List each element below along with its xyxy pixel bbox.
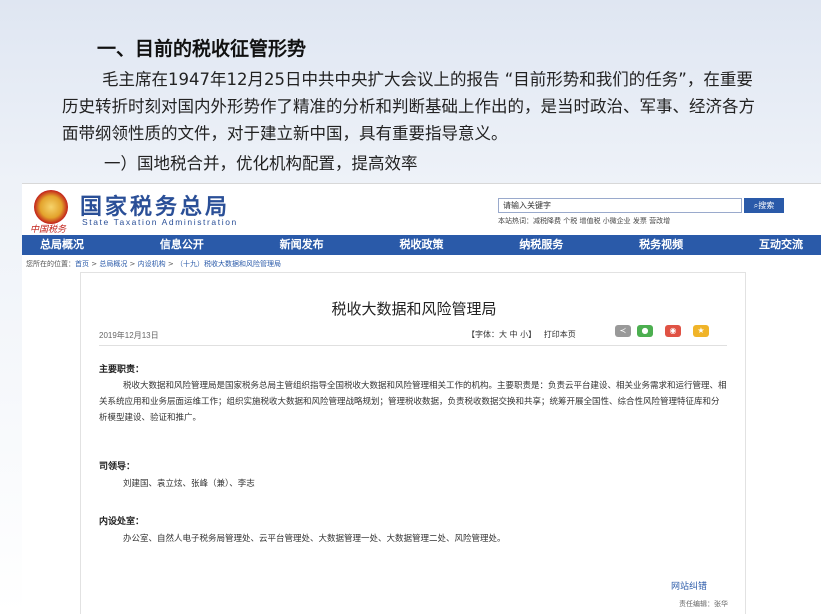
article-panel: 税收大数据和风险管理局 2019年12月13日 【字体：大 中 小】 打印本页 …: [80, 272, 746, 614]
breadcrumb-departments[interactable]: 内设机构: [138, 260, 166, 268]
nav-item-overview[interactable]: 总局概况: [40, 235, 84, 255]
breadcrumb-sep: >: [89, 260, 100, 268]
national-emblem-icon: [34, 190, 68, 224]
slide-title: 一、目前的税收征管形势: [97, 38, 307, 60]
nav-item-info[interactable]: 信息公开: [160, 235, 204, 255]
search-input[interactable]: 请输入关键字: [498, 198, 742, 213]
breadcrumb-overview[interactable]: 总局概况: [99, 260, 127, 268]
slide-paragraph: 毛主席在1947年12月25日中共中央扩大会议上的报告 “目前形势和我们的任务”…: [62, 70, 755, 143]
nav-item-interaction[interactable]: 互动交流: [759, 235, 803, 255]
leaders-heading: 司领导：: [99, 462, 136, 472]
print-link[interactable]: 打印本页: [544, 330, 576, 339]
article-divider: [99, 345, 727, 346]
qzone-icon[interactable]: ★: [693, 325, 709, 337]
leaders-text: 刘建国、袁立炫、张峰（兼）、李志: [123, 479, 255, 489]
weibo-icon[interactable]: ◉: [665, 325, 681, 337]
article-tools: 【字体：大 中 小】 打印本页: [467, 329, 576, 340]
font-size-label: 【字体：: [467, 330, 499, 339]
hot-search-terms[interactable]: 本站热词：减税降费 个税 增值税 小微企业 发票 营改增: [498, 216, 670, 226]
breadcrumb-sep: >: [127, 260, 138, 268]
emblem-caption: 中国税务: [30, 225, 67, 235]
responsible-editor: 责任编辑：张华: [679, 600, 728, 608]
breadcrumb: 您所在的位置：首页 > 总局概况 > 内设机构 > （十九）税收大数据和风险管理…: [26, 259, 281, 269]
breadcrumb-sep: >: [165, 260, 176, 268]
breadcrumb-home[interactable]: 首页: [75, 260, 89, 268]
duties-text: 税收大数据和风险管理局是国家税务总局主管组织指导全国税收大数据和风险管理相关工作…: [99, 381, 727, 423]
divisions-text: 办公室、自然人电子税务局管理处、云平台管理处、大数据管理一处、大数据管理二处、风…: [123, 534, 506, 544]
article-date: 2019年12月13日: [99, 331, 159, 340]
main-nav: 总局概况 信息公开 新闻发布 税收政策 纳税服务 税务视频 互动交流: [22, 235, 821, 255]
breadcrumb-prefix: 您所在的位置：: [26, 260, 75, 268]
nav-item-video[interactable]: 税务视频: [639, 235, 683, 255]
site-logo-english: State Taxation Administration: [82, 217, 238, 227]
article-title: 税收大数据和风险管理局: [331, 300, 497, 318]
search-button[interactable]: ⌕搜索: [744, 198, 784, 213]
slide-subheading: 一）国地税合并，优化机构配置，提高效率: [104, 154, 418, 173]
website-screenshot: 中国税务 国家税务总局 State Taxation Administratio…: [22, 183, 821, 614]
nav-item-news[interactable]: 新闻发布: [280, 235, 324, 255]
font-size-options[interactable]: 大 中 小】: [499, 330, 536, 339]
wechat-icon[interactable]: ●: [637, 325, 653, 337]
search-button-label: 搜索: [758, 201, 775, 210]
breadcrumb-current[interactable]: （十九）税收大数据和风险管理局: [176, 260, 281, 268]
nav-item-policy[interactable]: 税收政策: [399, 235, 443, 255]
share-icon[interactable]: ≺: [615, 325, 631, 337]
nav-item-service[interactable]: 纳税服务: [519, 235, 563, 255]
duties-heading: 主要职责：: [99, 365, 145, 375]
divisions-heading: 内设处室：: [99, 517, 145, 527]
site-header: 中国税务 国家税务总局 State Taxation Administratio…: [22, 184, 821, 236]
correction-link[interactable]: 网站纠错: [671, 579, 707, 592]
